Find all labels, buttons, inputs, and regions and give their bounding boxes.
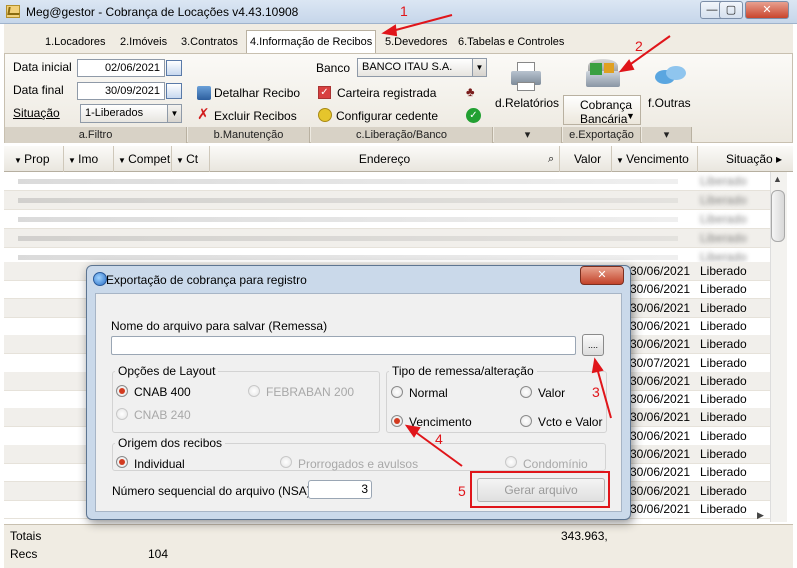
annotation-arrowhead-3 — [591, 357, 604, 374]
annotation-number-5: 5 — [458, 483, 466, 499]
annotation-arrows — [381, 14, 671, 467]
annotation-number-4: 4 — [435, 431, 443, 447]
annotation-number-3: 3 — [592, 384, 600, 400]
annotation-highlight-box — [470, 471, 610, 508]
annotation-number-1: 1 — [400, 3, 408, 19]
annotation-number-2: 2 — [635, 38, 643, 54]
annotation-arrowhead-1 — [381, 24, 398, 37]
